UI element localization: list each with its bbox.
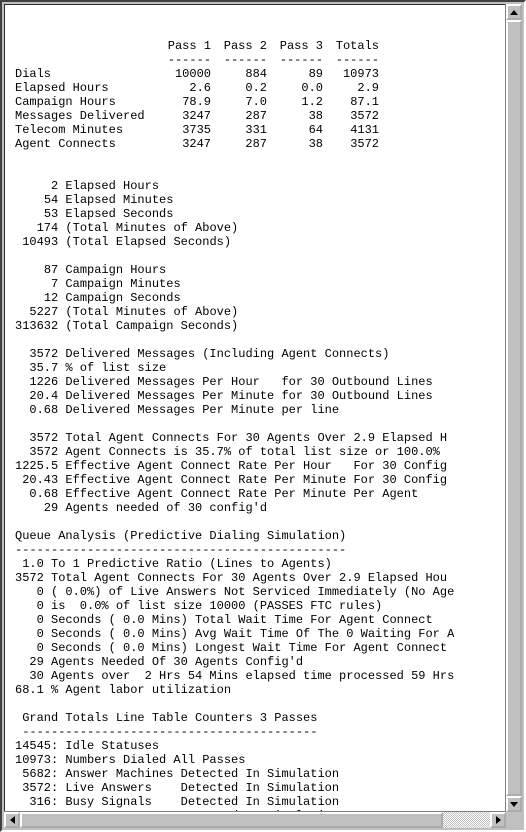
queue-l1: 1.0 To 1 Predictive Ratio (Lines to Agen… — [15, 557, 332, 571]
delivered-l3: 1226 Delivered Messages Per Hour for 30 … — [15, 375, 433, 389]
scroll-right-button[interactable] — [490, 812, 506, 828]
delivered-l2: 35.7 % of list size — [15, 361, 166, 375]
agent-l6: 29 Agents needed of 30 config'd — [15, 501, 267, 515]
report-viewport: Pass 1 Pass 2 Pass 3 Totals ------ -----… — [4, 4, 506, 812]
queue-dash: ----------------------------------------… — [15, 543, 346, 557]
queue-l9: 30 Agents over 2 Hrs 54 Mins elapsed tim… — [15, 669, 454, 683]
pass-header-2: Pass 2 — [211, 39, 267, 53]
table-row: Elapsed Hours 2.6 0.2 0.0 2.9 — [15, 81, 379, 95]
report-window: Pass 1 Pass 2 Pass 3 Totals ------ -----… — [0, 0, 526, 832]
agent-l4: 20.43 Effective Agent Connect Rate Per M… — [15, 473, 447, 487]
delivered-l1: 3572 Delivered Messages (Including Agent… — [15, 347, 389, 361]
grand-l2: 10973: Numbers Dialed All Passes — [15, 753, 245, 767]
scrollbar-corner — [506, 812, 522, 828]
agent-l2: 3572 Agent Connects is 35.7% of total li… — [15, 445, 440, 459]
pass-header-row: Pass 1 Pass 2 Pass 3 Totals — [15, 39, 379, 53]
campaign-hours-line: 87 Campaign Hours — [15, 263, 166, 277]
horizontal-scrollbar[interactable] — [4, 811, 506, 828]
queue-header: Queue Analysis (Predictive Dialing Simul… — [15, 529, 346, 543]
pass-dash-row: ------ ------ ------ ------ — [15, 53, 379, 67]
scroll-down-button[interactable] — [506, 796, 522, 812]
pass-header-1: Pass 1 — [155, 39, 211, 53]
queue-l10: 68.1 % Agent labor utilization — [15, 683, 231, 697]
table-row: Dials 10000 884 89 10973 — [15, 67, 379, 81]
vertical-scrollbar[interactable] — [505, 4, 522, 812]
table-row: Campaign Hours 78.9 7.0 1.2 87.1 — [15, 95, 379, 109]
elapsed-minutes-line: 54 Elapsed Minutes — [15, 193, 173, 207]
horizontal-scroll-track[interactable] — [20, 812, 490, 828]
elapsed-time-block: 2 Elapsed Hours 54 Elapsed Minutes 53 El… — [15, 165, 497, 812]
grand-header: Grand Totals Line Table Counters 3 Passe… — [15, 711, 317, 725]
horizontal-scroll-thumb[interactable] — [20, 812, 443, 828]
queue-l2: 3572 Total Agent Connects For 30 Agents … — [15, 571, 447, 585]
table-row: Agent Connects 3247 287 38 3572 — [15, 137, 379, 151]
grand-l3: 5682: Answer Machines Detected In Simula… — [15, 767, 339, 781]
pass-header-total: Totals — [323, 39, 379, 53]
agent-l1: 3572 Total Agent Connects For 30 Agents … — [15, 431, 447, 445]
campaign-total-min-line: 5227 (Total Minutes of Above) — [15, 305, 238, 319]
grand-l1: 14545: Idle Statuses — [15, 739, 159, 753]
grand-dash: ----------------------------------------… — [15, 725, 317, 739]
agent-l5: 0.68 Effective Agent Connect Rate Per Mi… — [15, 487, 418, 501]
grand-l4: 3572: Live Answers Detected In Simulatio… — [15, 781, 339, 795]
table-row: Telecom Minutes 3735 331 64 4131 — [15, 123, 379, 137]
elapsed-seconds-line: 53 Elapsed Seconds — [15, 207, 173, 221]
campaign-seconds-line: 12 Campaign Seconds — [15, 291, 181, 305]
queue-l7: 0 Seconds ( 0.0 Mins) Longest Wait Time … — [15, 641, 447, 655]
pass-header-3: Pass 3 — [267, 39, 323, 53]
vertical-scroll-track[interactable] — [506, 20, 522, 796]
queue-l3: 0 ( 0.0%) of Live Answers Not Serviced I… — [15, 585, 454, 599]
elapsed-total-min-line: 174 (Total Minutes of Above) — [15, 221, 238, 235]
delivered-l5: 0.68 Delivered Messages Per Minute per l… — [15, 403, 339, 417]
campaign-minutes-line: 7 Campaign Minutes — [15, 277, 181, 291]
delivered-l4: 20.4 Delivered Messages Per Minute for 3… — [15, 389, 433, 403]
vertical-scroll-thumb[interactable] — [506, 20, 522, 796]
grand-l5: 316: Busy Signals Detected In Simulation — [15, 795, 339, 809]
table-row: Messages Delivered 3247 287 38 3572 — [15, 109, 379, 123]
queue-l8: 29 Agents Needed Of 30 Agents Config'd — [15, 655, 303, 669]
elapsed-hours-line: 2 Elapsed Hours — [15, 179, 159, 193]
scroll-left-button[interactable] — [4, 812, 20, 828]
pass-summary-table: Pass 1 Pass 2 Pass 3 Totals ------ -----… — [15, 39, 379, 151]
agent-l3: 1225.5 Effective Agent Connect Rate Per … — [15, 459, 447, 473]
elapsed-total-sec-line: 10493 (Total Elapsed Seconds) — [15, 235, 231, 249]
queue-l5: 0 Seconds ( 0.0 Mins) Total Wait Time Fo… — [15, 613, 433, 627]
campaign-total-sec-line: 313632 (Total Campaign Seconds) — [15, 319, 238, 333]
queue-l4: 0 is 0.0% of list size 10000 (PASSES FTC… — [15, 599, 382, 613]
queue-l6: 0 Seconds ( 0.0 Mins) Avg Wait Time Of T… — [15, 627, 454, 641]
pass-header-blank — [15, 39, 155, 53]
scroll-up-button[interactable] — [506, 4, 522, 20]
